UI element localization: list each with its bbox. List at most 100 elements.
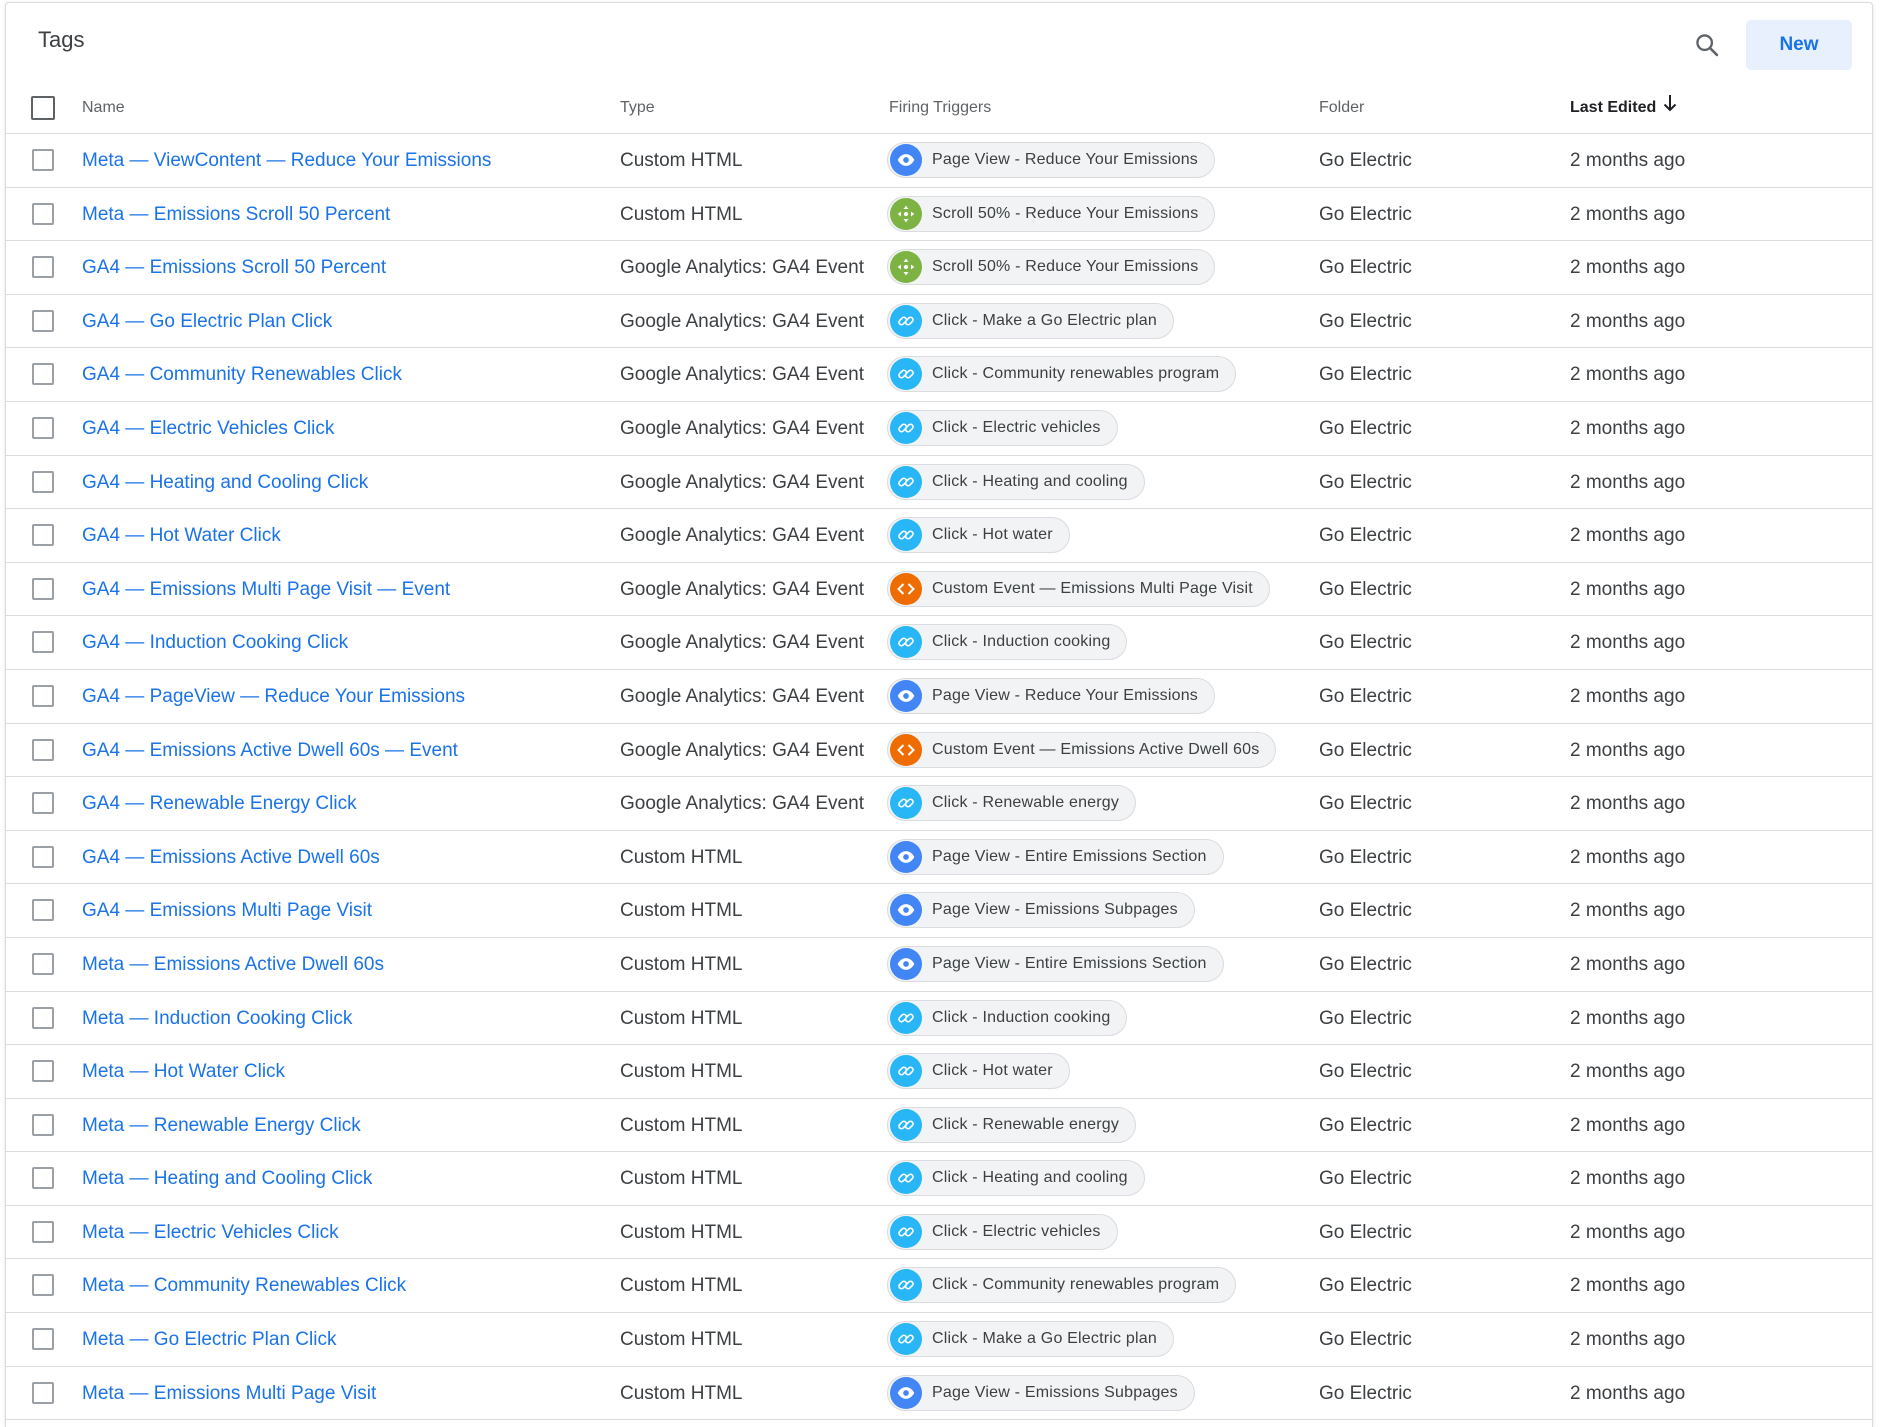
tag-name-link[interactable]: GA4 — Emissions Multi Page Visit	[82, 884, 372, 937]
table-row[interactable]: Meta — Hot Water Click Custom HTML Click -…	[6, 1045, 1872, 1099]
trigger-chip[interactable]: Page View - Emissions Subpages	[887, 1374, 1195, 1411]
table-row[interactable]: Meta — Community Renewables Click Custom …	[6, 1259, 1872, 1314]
trigger-chip[interactable]: Page View - Entire Emissions Section	[887, 838, 1224, 875]
table-row[interactable]: Meta — Go Electric Plan Click Custom HTML…	[6, 1313, 1872, 1367]
table-row[interactable]: GA4 — Go Electric Plan Click Google Analy…	[6, 295, 1872, 349]
trigger-chip[interactable]: Click - Induction cooking	[887, 624, 1128, 661]
row-checkbox[interactable]	[32, 202, 54, 225]
row-checkbox[interactable]	[32, 684, 54, 707]
table-row[interactable]: GA4 — Electric Vehicles Click Google Anal…	[6, 402, 1872, 456]
tag-name-link[interactable]: GA4 — Emissions Active Dwell 60s	[82, 831, 380, 884]
trigger-chip[interactable]: Click - Community renewables program	[887, 1267, 1237, 1304]
tag-name-link[interactable]: GA4 — PageView — Reduce Your Emissions	[82, 670, 465, 723]
tag-name-link[interactable]: GA4 — Renewable Energy Click	[82, 777, 357, 830]
tag-name-link[interactable]: GA4 — Heating and Cooling Click	[82, 456, 368, 509]
trigger-chip[interactable]: Click - Heating and cooling	[887, 463, 1145, 500]
trigger-chip[interactable]: Click - Hot water	[887, 517, 1070, 554]
table-row[interactable]: Meta — Emissions Active Dwell 60s Custom …	[6, 938, 1872, 992]
trigger-chip[interactable]: Click - Induction cooking	[887, 999, 1128, 1036]
table-row[interactable]: GA4 — Emissions Multi Page Visit — Event…	[6, 563, 1872, 617]
table-row[interactable]: Meta — Emissions Multi Page Visit Custom …	[6, 1367, 1872, 1421]
table-row[interactable]: Meta — Heating and Cooling Click Custom H…	[6, 1152, 1872, 1206]
trigger-chip[interactable]: Click - Renewable energy	[887, 785, 1137, 822]
table-row[interactable]: GA4 — Hot Water Click Google Analytics: G…	[6, 509, 1872, 563]
tag-name-link[interactable]: Meta — Emissions Scroll 50 Percent	[82, 188, 390, 241]
tag-name-link[interactable]: Meta — Hot Water Click	[82, 1045, 285, 1098]
row-checkbox[interactable]	[32, 363, 54, 386]
column-header-name[interactable]: Name	[82, 83, 125, 133]
column-header-folder[interactable]: Folder	[1319, 83, 1364, 133]
trigger-chip[interactable]: Page View - Reduce Your Emissions	[887, 677, 1216, 714]
row-checkbox[interactable]	[32, 845, 54, 868]
trigger-chip[interactable]: Click - Electric vehicles	[887, 409, 1118, 446]
table-row[interactable]: GA4 — Emissions Multi Page Visit Custom H…	[6, 884, 1872, 938]
select-all-checkbox[interactable]	[31, 96, 55, 120]
table-row[interactable]: Meta — Emissions Scroll 50 Percent Custom…	[6, 188, 1872, 242]
row-checkbox[interactable]	[32, 1113, 54, 1136]
table-row[interactable]: GA4 — Heating and Cooling Click Google An…	[6, 456, 1872, 510]
new-tag-button[interactable]: New	[1746, 20, 1852, 70]
table-row[interactable]: GA4 — Induction Cooking Click Google Anal…	[6, 616, 1872, 670]
row-checkbox[interactable]	[32, 1006, 54, 1029]
tag-name-link[interactable]: GA4 — Emissions Scroll 50 Percent	[82, 241, 386, 294]
trigger-chip[interactable]: Click - Heating and cooling	[887, 1160, 1145, 1197]
table-row[interactable]: GA4 — Emissions Active Dwell 60s — Event…	[6, 724, 1872, 778]
row-checkbox[interactable]	[32, 577, 54, 600]
table-row[interactable]: Meta — Induction Cooking Click Custom HTM…	[6, 992, 1872, 1046]
table-row[interactable]: Meta — Renewable Energy Click Custom HTML…	[6, 1099, 1872, 1153]
row-checkbox[interactable]	[32, 1220, 54, 1243]
tag-name-link[interactable]: GA4 — Electric Vehicles Click	[82, 402, 334, 455]
table-row[interactable]: GA4 — Renewable Energy Click Google Analy…	[6, 777, 1872, 831]
trigger-chip[interactable]: Click - Electric vehicles	[887, 1213, 1118, 1250]
trigger-chip[interactable]: Click - Make a Go Electric plan	[887, 302, 1174, 339]
table-row[interactable]: GA4 — PageView — Reduce Your Emissions Go…	[6, 670, 1872, 724]
trigger-chip[interactable]: Page View - Reduce Your Emissions	[887, 142, 1216, 178]
trigger-chip[interactable]: Custom Event — Emissions Multi Page Visi…	[887, 570, 1270, 607]
trigger-chip[interactable]: Click - Make a Go Electric plan	[887, 1321, 1174, 1358]
row-checkbox[interactable]	[32, 1167, 54, 1190]
row-checkbox[interactable]	[32, 738, 54, 761]
tag-name-link[interactable]: Meta — Heating and Cooling Click	[82, 1152, 372, 1205]
trigger-chip[interactable]: Page View - Emissions Subpages	[887, 892, 1195, 929]
table-row[interactable]: Meta — Electric Vehicles Click Custom HTM…	[6, 1206, 1872, 1260]
table-row[interactable]: Meta — ViewContent — Reduce Your Emissio…	[6, 134, 1872, 188]
tag-name-link[interactable]: GA4 — Emissions Active Dwell 60s — Event	[82, 724, 458, 777]
row-checkbox[interactable]	[32, 792, 54, 815]
row-checkbox[interactable]	[32, 416, 54, 439]
row-checkbox[interactable]	[32, 309, 54, 332]
table-row[interactable]: GA4 — Community Renewables Click Google A…	[6, 348, 1872, 402]
tag-name-link[interactable]: GA4 — Go Electric Plan Click	[82, 295, 332, 348]
row-checkbox[interactable]	[32, 1381, 54, 1404]
trigger-chip[interactable]: Page View - Entire Emissions Section	[887, 945, 1224, 982]
tag-name-link[interactable]: Meta — ViewContent — Reduce Your Emissio…	[82, 134, 491, 187]
tag-name-link[interactable]: GA4 — Community Renewables Click	[82, 348, 402, 401]
search-button[interactable]	[1689, 27, 1725, 63]
row-checkbox[interactable]	[32, 1328, 54, 1351]
table-row[interactable]: GA4 — Emissions Active Dwell 60s Custom H…	[6, 831, 1872, 885]
trigger-chip[interactable]: Custom Event — Emissions Active Dwell 60…	[887, 731, 1277, 768]
row-checkbox[interactable]	[32, 149, 54, 171]
tag-name-link[interactable]: GA4 — Induction Cooking Click	[82, 616, 348, 669]
tag-name-link[interactable]: Meta — Electric Vehicles Click	[82, 1206, 339, 1259]
table-row[interactable]: GA4 — Emissions Scroll 50 Percent Google …	[6, 241, 1872, 295]
tag-name-link[interactable]: Meta — Emissions Multi Page Visit	[82, 1367, 376, 1420]
row-checkbox[interactable]	[32, 1060, 54, 1083]
column-header-type[interactable]: Type	[620, 83, 655, 133]
row-checkbox[interactable]	[32, 899, 54, 922]
row-checkbox[interactable]	[32, 952, 54, 975]
trigger-chip[interactable]: Scroll 50% - Reduce Your Emissions	[887, 195, 1216, 232]
column-header-firing-triggers[interactable]: Firing Triggers	[889, 83, 991, 133]
row-checkbox[interactable]	[32, 524, 54, 547]
row-checkbox[interactable]	[32, 631, 54, 654]
row-checkbox[interactable]	[32, 256, 54, 279]
tag-name-link[interactable]: Meta — Renewable Energy Click	[82, 1099, 361, 1152]
column-header-last-edited[interactable]: Last Edited	[1570, 83, 1678, 133]
trigger-chip[interactable]: Click - Hot water	[887, 1053, 1070, 1090]
tag-name-link[interactable]: Meta — Emissions Active Dwell 60s	[82, 938, 384, 991]
tag-name-link[interactable]: GA4 — Hot Water Click	[82, 509, 281, 562]
row-checkbox[interactable]	[32, 470, 54, 493]
trigger-chip[interactable]: Click - Community renewables program	[887, 356, 1237, 393]
trigger-chip[interactable]: Scroll 50% - Reduce Your Emissions	[887, 249, 1216, 286]
tag-name-link[interactable]: Meta — Go Electric Plan Click	[82, 1313, 336, 1366]
trigger-chip[interactable]: Click - Renewable energy	[887, 1106, 1137, 1143]
